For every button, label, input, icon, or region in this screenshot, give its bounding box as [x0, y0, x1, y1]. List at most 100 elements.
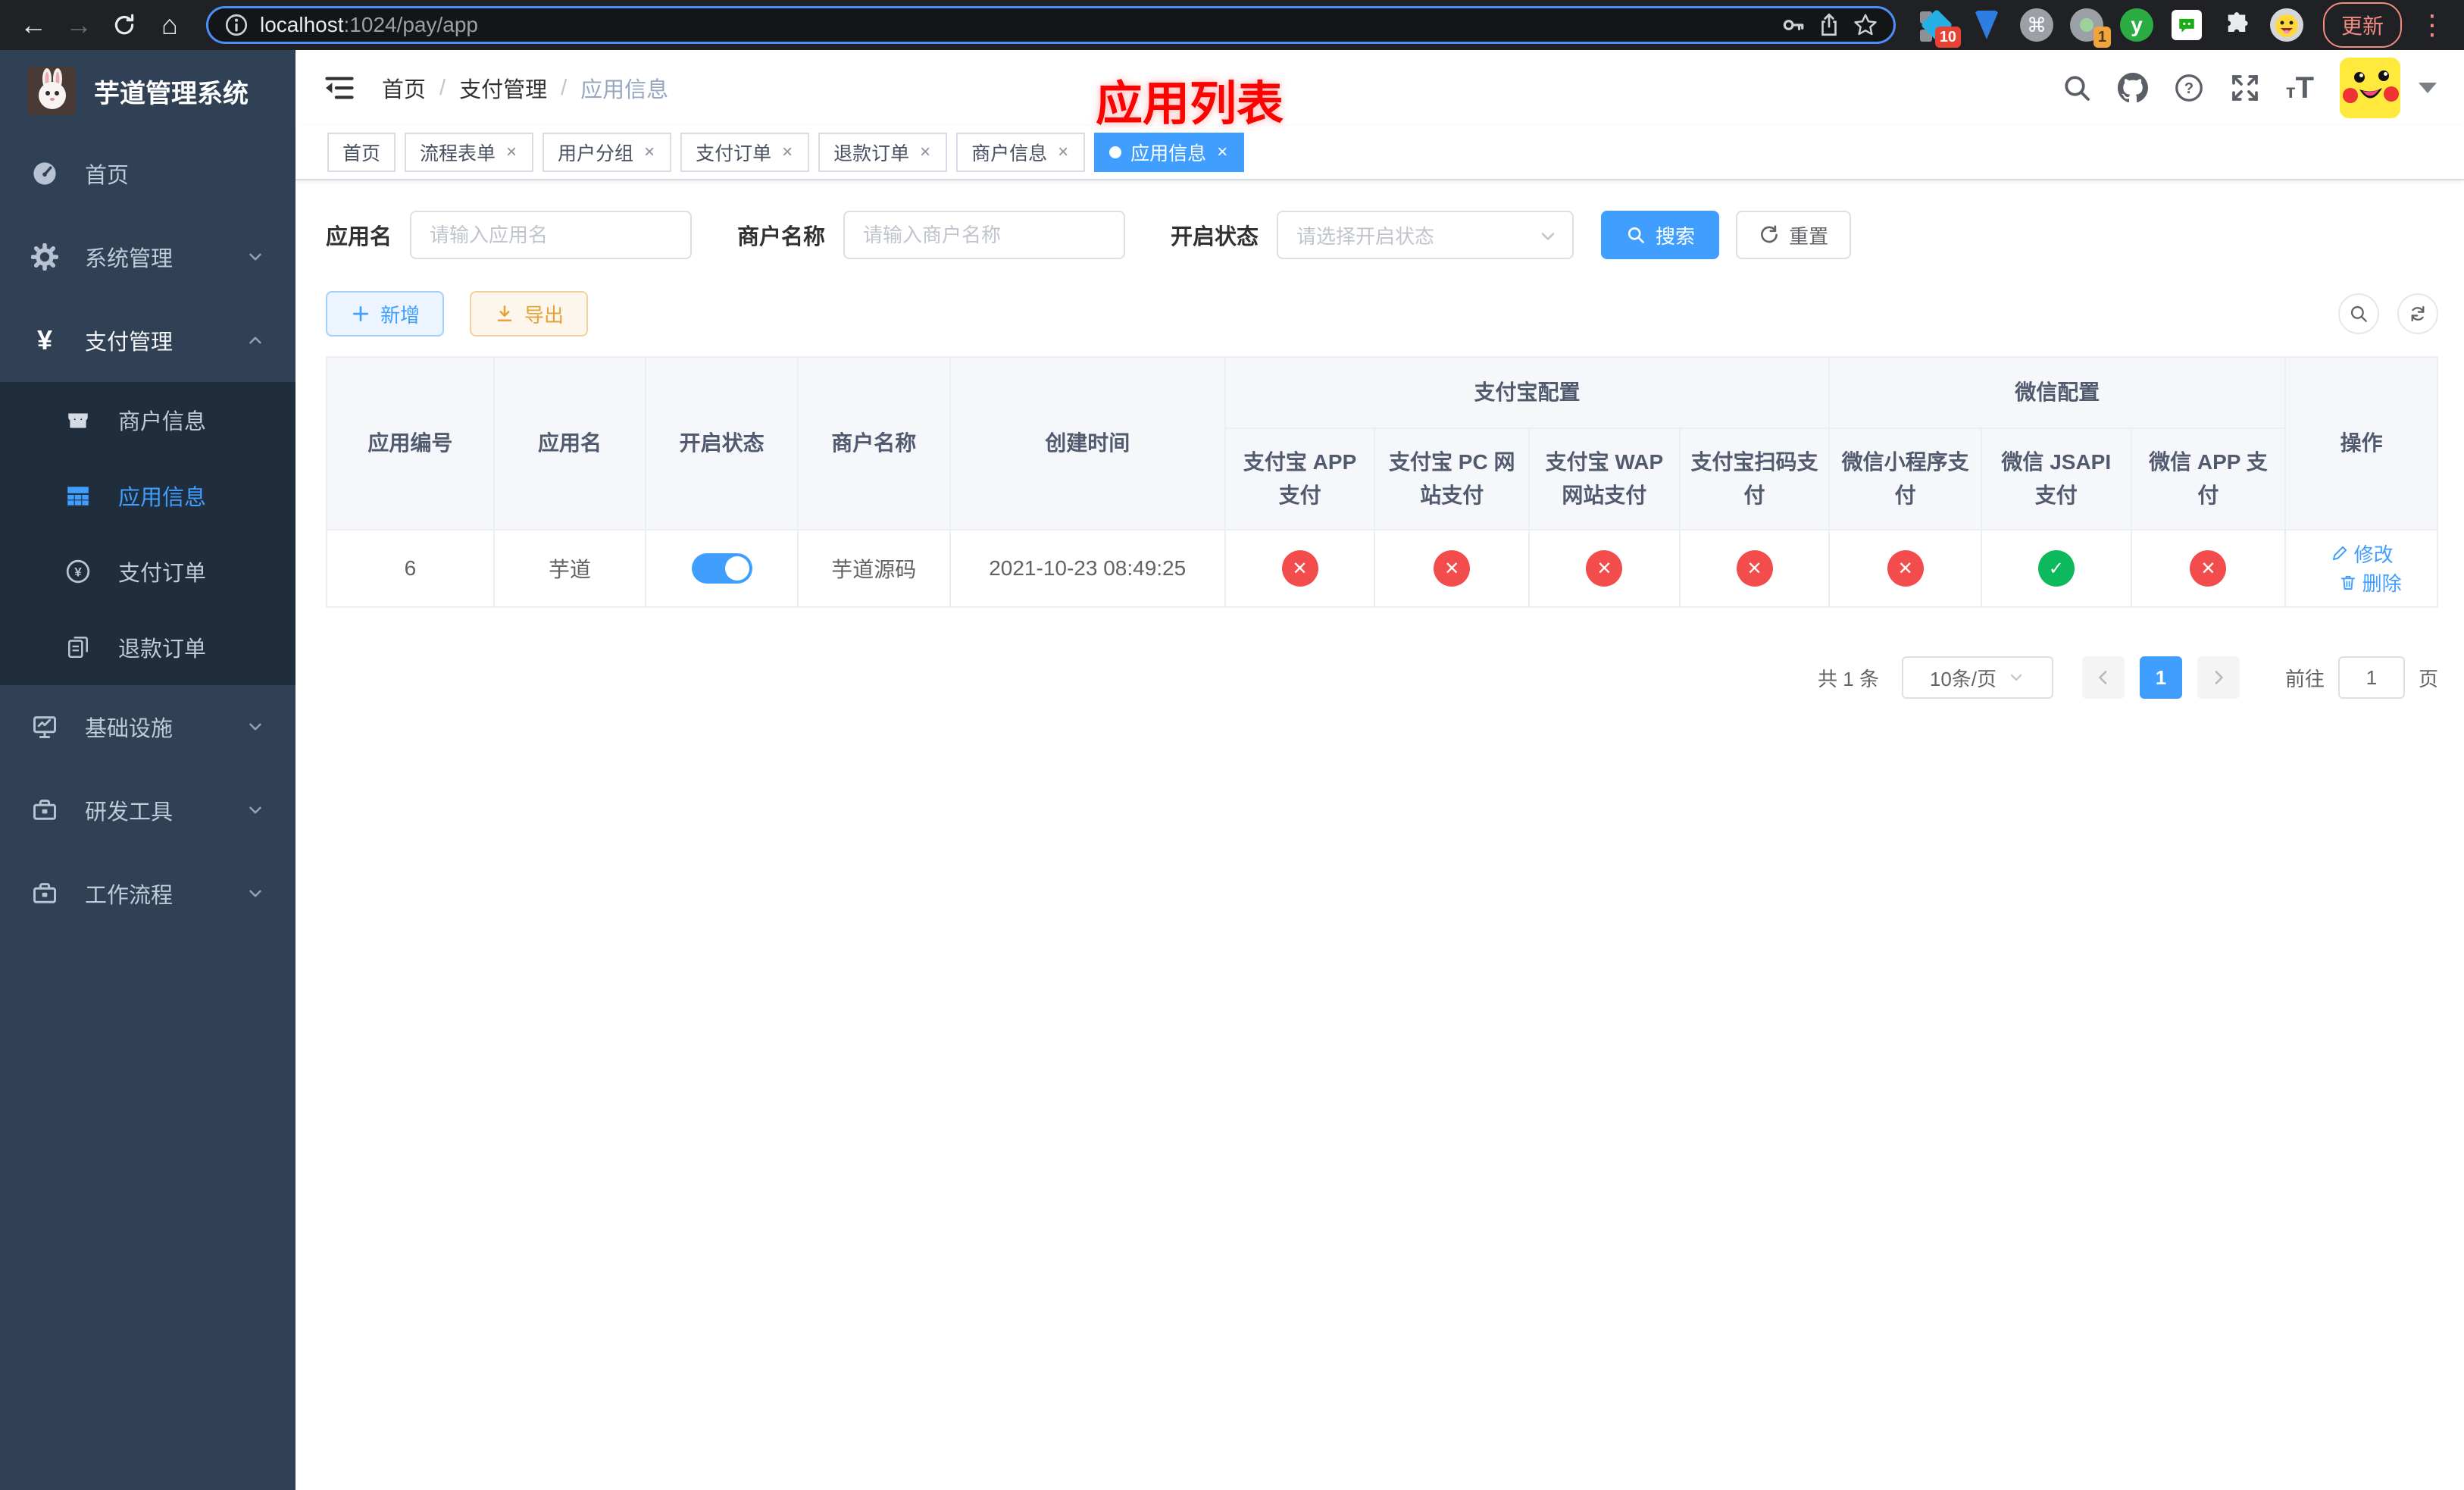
search-icon	[1628, 227, 1644, 243]
profile-emoji-avatar[interactable]	[2269, 8, 2303, 42]
extension-recorder-icon[interactable]: 1	[2069, 8, 2111, 48]
header-search-icon[interactable]	[2062, 73, 2092, 103]
close-icon[interactable]: ×	[918, 142, 932, 163]
close-icon[interactable]: ×	[780, 142, 794, 163]
edit-link[interactable]: 修改	[2330, 540, 2394, 568]
page-number-1[interactable]: 1	[2139, 656, 2182, 699]
breadcrumb-payment[interactable]: 支付管理	[459, 72, 547, 104]
tab-home[interactable]: 首页	[327, 133, 396, 172]
status-select[interactable]: 请选择开启状态	[1277, 211, 1574, 259]
tab-user-group[interactable]: 用户分组 ×	[543, 133, 672, 172]
chevron-down-icon	[249, 806, 261, 814]
extensions-puzzle-icon[interactable]	[2220, 8, 2253, 42]
sidebar-menu: 首页 系统管理 ¥ 支付管理 商户信息 应用信息 ¥ 支付订单 退款订单 基础设…	[0, 132, 295, 935]
github-icon[interactable]	[2117, 73, 2148, 103]
col-created: 创建时间	[949, 356, 1226, 531]
fullscreen-icon[interactable]	[2230, 73, 2260, 103]
delete-link[interactable]: 删除	[2338, 568, 2402, 596]
browser-reload-button[interactable]	[105, 5, 144, 45]
chevron-down-icon	[2010, 674, 2022, 681]
breadcrumb-home[interactable]: 首页	[382, 72, 426, 104]
cell-status	[645, 529, 799, 608]
close-icon[interactable]: ×	[1056, 142, 1070, 163]
plus-icon	[352, 305, 369, 322]
merchant-name-input[interactable]	[843, 211, 1126, 259]
refresh-icon	[1761, 225, 1778, 243]
sidebar-logo[interactable]: 芋道管理系统	[0, 50, 295, 132]
sidebar-item-home[interactable]: 首页	[0, 132, 295, 215]
next-page-button[interactable]	[2197, 656, 2240, 699]
sidebar-item-refund-orders[interactable]: 退款订单	[0, 609, 295, 685]
sidebar-item-pay-orders[interactable]: ¥ 支付订单	[0, 534, 295, 609]
page-suffix: 页	[2418, 667, 2438, 690]
app-name-input[interactable]	[410, 211, 693, 259]
export-button[interactable]: 导出	[470, 291, 589, 337]
col-merchant: 商户名称	[796, 356, 951, 531]
search-button[interactable]: 搜索	[1601, 211, 1720, 259]
extension-command-icon[interactable]: ⌘	[2019, 8, 2053, 42]
tab-merchant-info[interactable]: 商户信息 ×	[956, 133, 1086, 172]
goto-page-input[interactable]	[2337, 656, 2405, 699]
user-avatar[interactable]	[2340, 58, 2400, 118]
chrome-update-button[interactable]: 更新	[2322, 2, 2402, 48]
help-icon[interactable]: ?	[2174, 73, 2204, 103]
chevron-down-icon	[249, 253, 261, 261]
logo-rabbit-image	[27, 67, 76, 115]
alipay-app-status-icon: ✕	[1281, 550, 1318, 587]
search-icon	[2350, 305, 2367, 322]
alipay-qr-status-icon: ✕	[1736, 550, 1773, 587]
extension-diamond-icon[interactable]: 10	[1919, 8, 1961, 48]
col-app-id: 应用编号	[326, 356, 495, 531]
toolbox-icon	[30, 796, 59, 825]
sidebar-item-app-info[interactable]: 应用信息	[0, 458, 295, 534]
close-icon[interactable]: ×	[1215, 142, 1229, 163]
col-group-alipay: 支付宝配置	[1224, 356, 1831, 429]
navbar-actions: ? тT	[2062, 58, 2437, 118]
browser-menu-icon[interactable]: ⋮	[2414, 9, 2450, 41]
page-size-select[interactable]: 10条/页	[1901, 656, 2053, 699]
extension-chat-icon[interactable]	[2170, 8, 2203, 42]
font-size-icon[interactable]: тT	[2286, 73, 2314, 103]
prev-page-button[interactable]	[2081, 656, 2125, 699]
sidebar-item-payment[interactable]: ¥ 支付管理	[0, 299, 295, 382]
status-toggle[interactable]	[691, 553, 752, 584]
active-dot	[1109, 146, 1122, 158]
chevron-down-icon	[249, 723, 261, 731]
browser-home-button[interactable]: ⌂	[150, 5, 189, 45]
close-icon[interactable]: ×	[505, 142, 518, 163]
sidebar-item-merchant-info[interactable]: 商户信息	[0, 382, 295, 458]
sidebar-item-workflow[interactable]: 工作流程	[0, 852, 295, 935]
reload-icon	[114, 14, 134, 35]
edit-pencil-icon	[2332, 546, 2347, 561]
apps-table: 应用编号 应用名 开启状态 商户名称 创建时间 支付宝配置 微信配置 操作 支付…	[326, 356, 2438, 608]
screen: ← → ⌂ localhost:1024/pay/app 10 ⌘ 1 y 更新…	[0, 0, 2464, 1490]
site-info-icon[interactable]	[224, 12, 249, 38]
grid-table-icon	[64, 481, 92, 510]
sidebar-item-system[interactable]: 系统管理	[0, 215, 295, 299]
tab-app-info[interactable]: 应用信息 ×	[1094, 133, 1245, 172]
tab-process-form[interactable]: 流程表单 ×	[405, 133, 534, 172]
share-icon[interactable]	[1816, 12, 1842, 38]
col-ops: 操作	[2284, 356, 2438, 531]
browser-back-button[interactable]: ←	[14, 5, 53, 45]
add-button[interactable]: 新增	[326, 291, 445, 337]
url-text[interactable]: localhost:1024/pay/app	[260, 13, 1769, 37]
extension-gem-icon[interactable]	[1970, 8, 2003, 42]
avatar-caret-icon[interactable]	[2419, 83, 2437, 93]
sidebar-item-infrastructure[interactable]: 基础设施	[0, 685, 295, 768]
col-alipay-wap: 支付宝 WAP 网站支付	[1528, 427, 1681, 531]
refresh-table-button[interactable]	[2397, 293, 2438, 334]
sidebar-item-dev-tools[interactable]: 研发工具	[0, 768, 295, 852]
tab-pay-order[interactable]: 支付订单 ×	[680, 133, 810, 172]
password-key-icon[interactable]	[1780, 12, 1806, 38]
toggle-search-button[interactable]	[2338, 293, 2379, 334]
browser-forward-button[interactable]: →	[59, 5, 98, 45]
bookmark-star-icon[interactable]	[1853, 12, 1878, 38]
address-bar[interactable]: localhost:1024/pay/app	[206, 6, 1896, 44]
reset-button[interactable]: 重置	[1736, 211, 1852, 259]
close-icon[interactable]: ×	[643, 142, 656, 163]
gear-icon	[30, 243, 59, 271]
extension-yudao-icon[interactable]: y	[2119, 8, 2153, 42]
sidebar-collapse-icon[interactable]	[323, 71, 356, 105]
tab-refund-order[interactable]: 退款订单 ×	[818, 133, 948, 172]
